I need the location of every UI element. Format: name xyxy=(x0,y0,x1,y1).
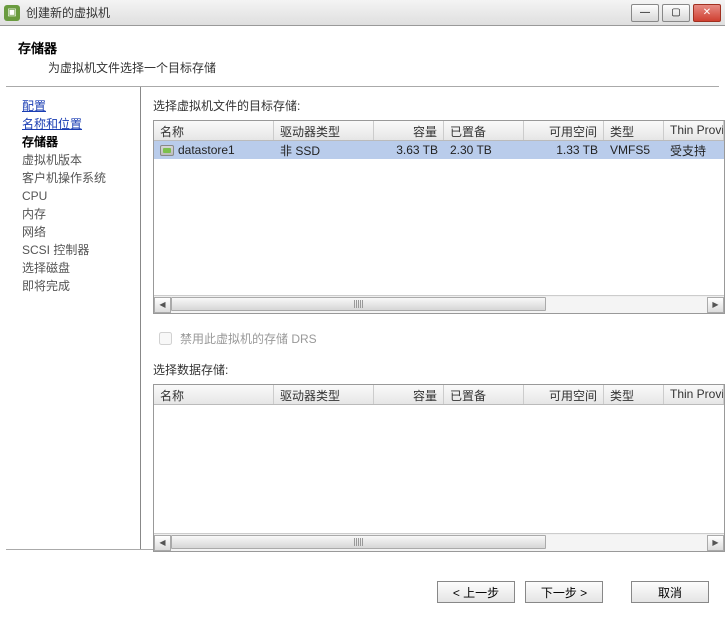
back-button[interactable]: < 上一步 xyxy=(437,581,515,603)
scroll-left-icon[interactable]: ◀ xyxy=(154,297,171,313)
next-button[interactable]: 下一步 > xyxy=(525,581,603,603)
page-subtitle: 为虚拟机文件选择一个目标存储 xyxy=(48,59,707,76)
cell-provisioned: 2.30 TB xyxy=(444,142,524,158)
minimize-button[interactable]: — xyxy=(631,4,659,22)
maximize-button[interactable]: ▢ xyxy=(662,4,690,22)
table-body-2 xyxy=(154,405,724,533)
col2-type[interactable]: 类型 xyxy=(604,385,664,404)
disable-drs-label: 禁用此虚拟机的存储 DRS xyxy=(180,330,317,347)
datastore-icon xyxy=(160,145,174,156)
scroll-right-icon[interactable]: ▶ xyxy=(707,535,724,551)
disable-drs-checkbox xyxy=(159,332,172,345)
select-datastore-label: 选择数据存储: xyxy=(153,361,725,378)
sidebar-item-network: 网络 xyxy=(22,223,134,241)
sidebar-item-storage: 存储器 xyxy=(22,133,134,151)
cell-capacity: 3.63 TB xyxy=(374,142,444,158)
col2-name[interactable]: 名称 xyxy=(154,385,274,404)
wizard-footer: < 上一步 下一步 > 取消 xyxy=(437,581,709,603)
table-header-2: 名称 驱动器类型 容量 已置备 可用空间 类型 Thin Provi xyxy=(154,385,724,405)
col2-provisioned[interactable]: 已置备 xyxy=(444,385,524,404)
sidebar-item-config[interactable]: 配置 xyxy=(22,97,134,115)
h-scrollbar-2[interactable]: ◀ ▶ xyxy=(154,533,724,551)
titlebar: ▣ 创建新的虚拟机 — ▢ ✕ xyxy=(0,0,725,26)
col-thin[interactable]: Thin Provi xyxy=(664,121,724,140)
window-title: 创建新的虚拟机 xyxy=(26,4,631,21)
col-capacity[interactable]: 容量 xyxy=(374,121,444,140)
wizard-steps-sidebar: 配置 名称和位置 存储器 虚拟机版本 客户机操作系统 CPU 内存 网络 SCS… xyxy=(0,87,141,549)
target-storage-label: 选择虚拟机文件的目标存储: xyxy=(153,97,725,114)
sidebar-item-select-disk: 选择磁盘 xyxy=(22,259,134,277)
sidebar-item-complete: 即将完成 xyxy=(22,277,134,295)
col2-capacity[interactable]: 容量 xyxy=(374,385,444,404)
cell-type: VMFS5 xyxy=(604,142,664,158)
scroll-track[interactable] xyxy=(171,297,707,313)
sidebar-item-memory: 内存 xyxy=(22,205,134,223)
datastore-table: 名称 驱动器类型 容量 已置备 可用空间 类型 Thin Provi ◀ ▶ xyxy=(153,384,725,552)
table-row[interactable]: datastore1 非 SSD 3.63 TB 2.30 TB 1.33 TB… xyxy=(154,141,724,159)
cell-name: datastore1 xyxy=(154,142,274,158)
sidebar-item-guest-os: 客户机操作系统 xyxy=(22,169,134,187)
table-header: 名称 驱动器类型 容量 已置备 可用空间 类型 Thin Provi xyxy=(154,121,724,141)
cell-thin: 受支持 xyxy=(664,141,724,160)
cell-free: 1.33 TB xyxy=(524,142,604,158)
col-provisioned[interactable]: 已置备 xyxy=(444,121,524,140)
col2-thin[interactable]: Thin Provi xyxy=(664,385,724,404)
cell-drive-type: 非 SSD xyxy=(274,141,374,160)
storage-table: 名称 驱动器类型 容量 已置备 可用空间 类型 Thin Provi datas… xyxy=(153,120,725,314)
main-panel: 选择虚拟机文件的目标存储: 名称 驱动器类型 容量 已置备 可用空间 类型 Th… xyxy=(141,87,725,549)
page-title: 存储器 xyxy=(18,38,707,57)
table-body: datastore1 非 SSD 3.63 TB 2.30 TB 1.33 TB… xyxy=(154,141,724,295)
app-icon: ▣ xyxy=(4,5,20,21)
col-type[interactable]: 类型 xyxy=(604,121,664,140)
cancel-button[interactable]: 取消 xyxy=(631,581,709,603)
scroll-left-icon[interactable]: ◀ xyxy=(154,535,171,551)
sidebar-item-cpu: CPU xyxy=(22,187,134,205)
disable-drs-row: 禁用此虚拟机的存储 DRS xyxy=(159,330,725,347)
scroll-right-icon[interactable]: ▶ xyxy=(707,297,724,313)
scroll-track[interactable] xyxy=(171,535,707,551)
col-drive-type[interactable]: 驱动器类型 xyxy=(274,121,374,140)
scroll-thumb[interactable] xyxy=(171,297,546,311)
col-free[interactable]: 可用空间 xyxy=(524,121,604,140)
sidebar-item-vm-version: 虚拟机版本 xyxy=(22,151,134,169)
h-scrollbar[interactable]: ◀ ▶ xyxy=(154,295,724,313)
col2-drive-type[interactable]: 驱动器类型 xyxy=(274,385,374,404)
window-controls: — ▢ ✕ xyxy=(631,4,721,22)
close-button[interactable]: ✕ xyxy=(693,4,721,22)
scroll-thumb[interactable] xyxy=(171,535,546,549)
col2-free[interactable]: 可用空间 xyxy=(524,385,604,404)
wizard-header: 存储器 为虚拟机文件选择一个目标存储 xyxy=(0,26,725,86)
sidebar-item-name-location[interactable]: 名称和位置 xyxy=(22,115,134,133)
col-name[interactable]: 名称 xyxy=(154,121,274,140)
sidebar-item-scsi: SCSI 控制器 xyxy=(22,241,134,259)
